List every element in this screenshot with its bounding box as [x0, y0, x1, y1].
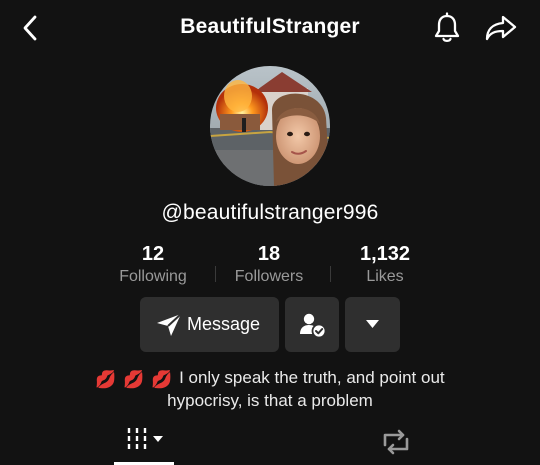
tab-reposts[interactable]: [381, 428, 411, 461]
message-label: Message: [187, 314, 261, 334]
following-count: 12: [141, 243, 165, 265]
kiss-emoji: 💋: [151, 370, 173, 389]
bio-line-1: 💋 💋 💋 I only speak the truth, and point …: [60, 367, 480, 390]
bell-icon: [434, 12, 460, 43]
kiss-emoji: 💋: [123, 370, 145, 389]
kiss-emoji: 💋: [95, 370, 117, 389]
profile-handle: @beautifulstranger996: [161, 201, 379, 224]
repost-icon: [383, 429, 409, 455]
top-bar: BeautifulStranger: [0, 0, 540, 56]
bio-text-line-2: hypocrisy, is that a problem: [167, 391, 373, 410]
avatar[interactable]: [210, 66, 330, 186]
followers-count: 18: [257, 243, 281, 265]
stat-likes[interactable]: 1,132 Likes: [335, 243, 435, 286]
tab-videos[interactable]: [126, 425, 166, 458]
caret-down-icon: [366, 320, 379, 328]
user-check-icon: [300, 313, 327, 339]
share-button[interactable]: [484, 13, 518, 43]
send-icon: [157, 313, 182, 336]
stat-followers[interactable]: 18 Followers: [219, 243, 319, 286]
stat-divider: [330, 266, 331, 282]
notifications-button[interactable]: [432, 12, 462, 44]
more-options-button[interactable]: [345, 297, 400, 352]
following-status-button[interactable]: [285, 297, 339, 352]
following-label: Following: [119, 268, 187, 285]
message-button[interactable]: Message: [140, 297, 279, 352]
stat-divider: [215, 266, 216, 282]
avatar-image: [210, 66, 330, 186]
profile-bio: 💋 💋 💋 I only speak the truth, and point …: [60, 367, 480, 411]
likes-label: Likes: [366, 268, 404, 285]
followers-label: Followers: [234, 268, 304, 285]
bio-text-line-1: I only speak the truth, and point out: [179, 368, 445, 387]
grid-bars-icon: [127, 428, 163, 449]
share-arrow-icon: [485, 15, 517, 41]
likes-count: 1,132: [359, 243, 411, 265]
stat-following[interactable]: 12 Following: [103, 243, 203, 286]
